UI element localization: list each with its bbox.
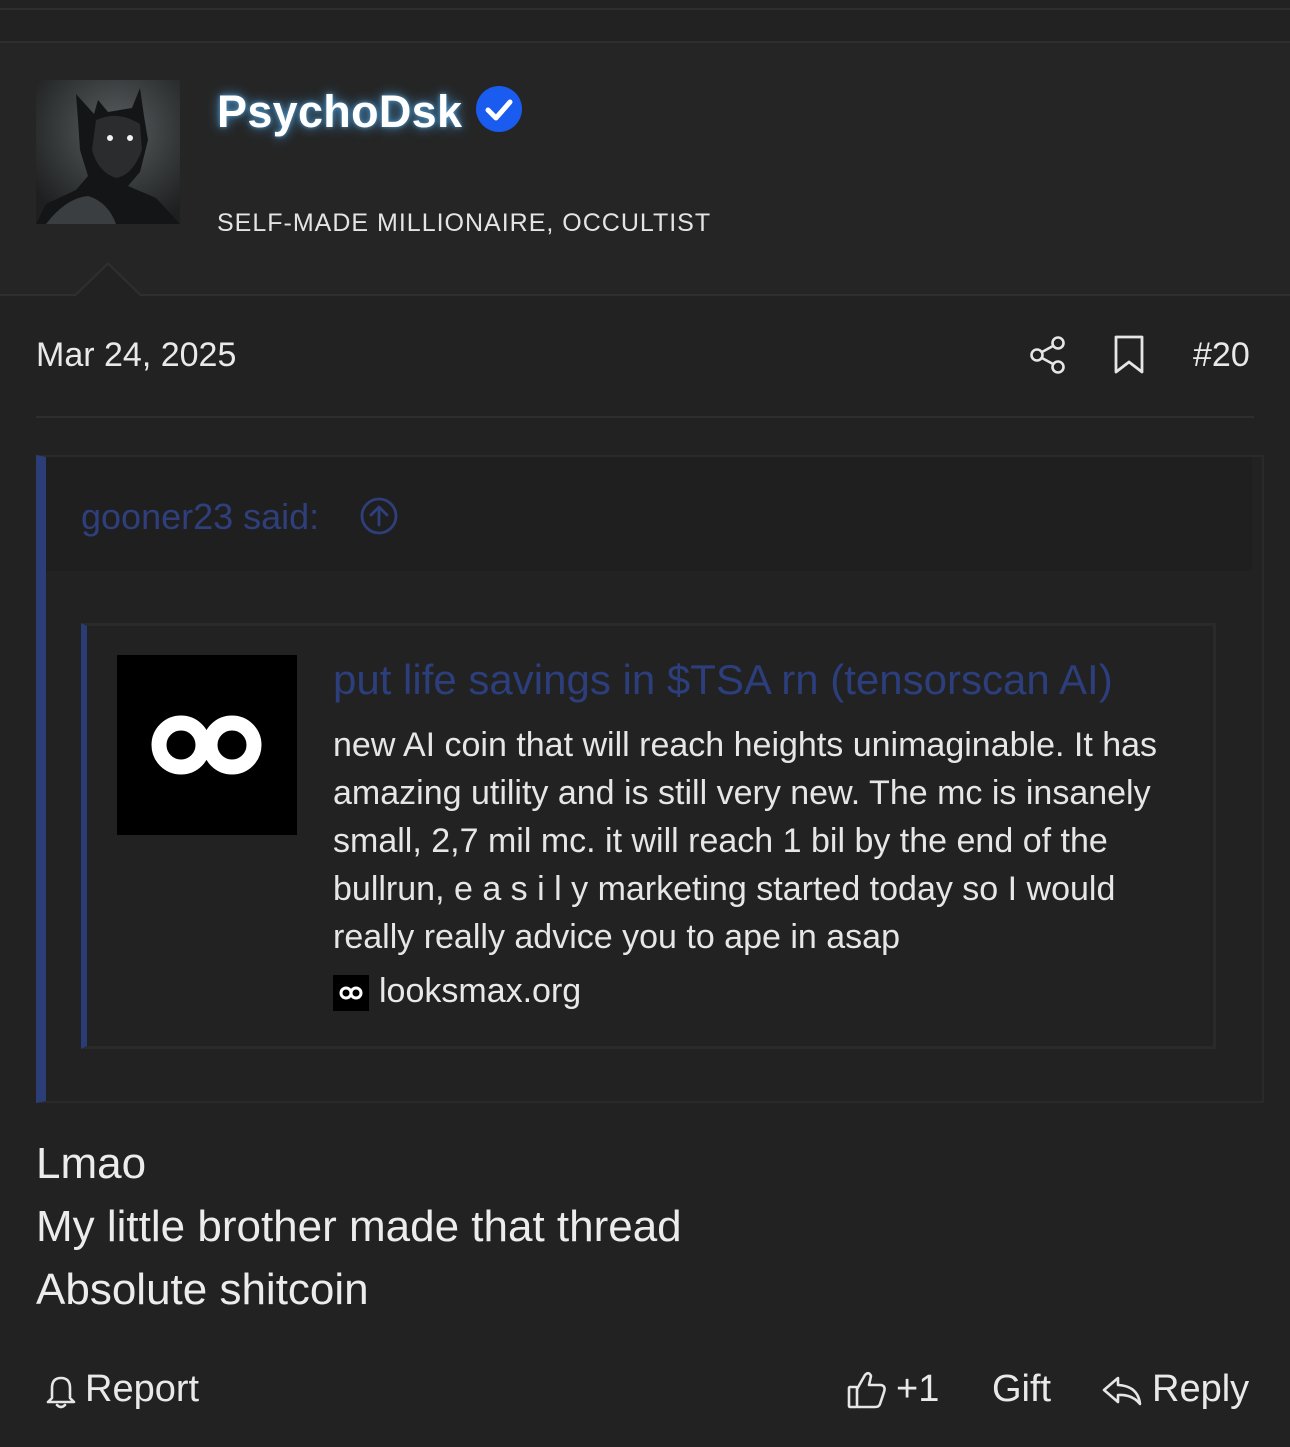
post-line: Lmao bbox=[36, 1139, 147, 1188]
favicon-icon bbox=[333, 975, 369, 1011]
date-divider bbox=[36, 416, 1254, 418]
header-divider bbox=[0, 294, 1290, 296]
like-count[interactable]: +1 bbox=[896, 1368, 939, 1411]
post-date[interactable]: Mar 24, 2025 bbox=[36, 336, 236, 375]
gift-button[interactable]: Gift bbox=[992, 1368, 1051, 1411]
avatar[interactable] bbox=[36, 80, 180, 224]
bookmark-icon[interactable] bbox=[1110, 334, 1148, 376]
post-body: Lmao My little brother made that thread … bbox=[36, 1132, 682, 1321]
embed-domain[interactable]: looksmax.org bbox=[379, 972, 581, 1011]
embed-description: new AI coin that will reach heights unim… bbox=[333, 726, 1158, 956]
reply-icon[interactable] bbox=[1100, 1370, 1144, 1410]
user-title: SELF-MADE MILLIONAIRE, OCCULTIST bbox=[217, 209, 712, 237]
reply-button[interactable]: Reply bbox=[1152, 1368, 1249, 1411]
site-logo-icon[interactable] bbox=[117, 655, 297, 835]
report-button[interactable]: Report bbox=[85, 1368, 199, 1411]
post-line: My little brother made that thread bbox=[36, 1202, 682, 1251]
post-number-link[interactable]: #20 bbox=[1193, 336, 1250, 375]
top-divider bbox=[0, 8, 1290, 10]
bell-icon[interactable] bbox=[44, 1372, 78, 1410]
username[interactable]: PsychoDsk bbox=[217, 86, 462, 138]
user-header bbox=[0, 43, 1290, 295]
header-pointer-fill bbox=[76, 265, 140, 296]
verified-badge-icon bbox=[476, 86, 522, 132]
thumbs-up-icon[interactable] bbox=[845, 1367, 889, 1411]
quote-author-link[interactable]: gooner23 said: bbox=[81, 496, 319, 538]
embed-title-link[interactable]: put life savings in $TSA rn (tensorscan … bbox=[333, 656, 1113, 704]
post-line: Absolute shitcoin bbox=[36, 1265, 369, 1314]
arrow-up-circle-icon[interactable] bbox=[359, 496, 399, 536]
share-icon[interactable] bbox=[1028, 334, 1068, 376]
